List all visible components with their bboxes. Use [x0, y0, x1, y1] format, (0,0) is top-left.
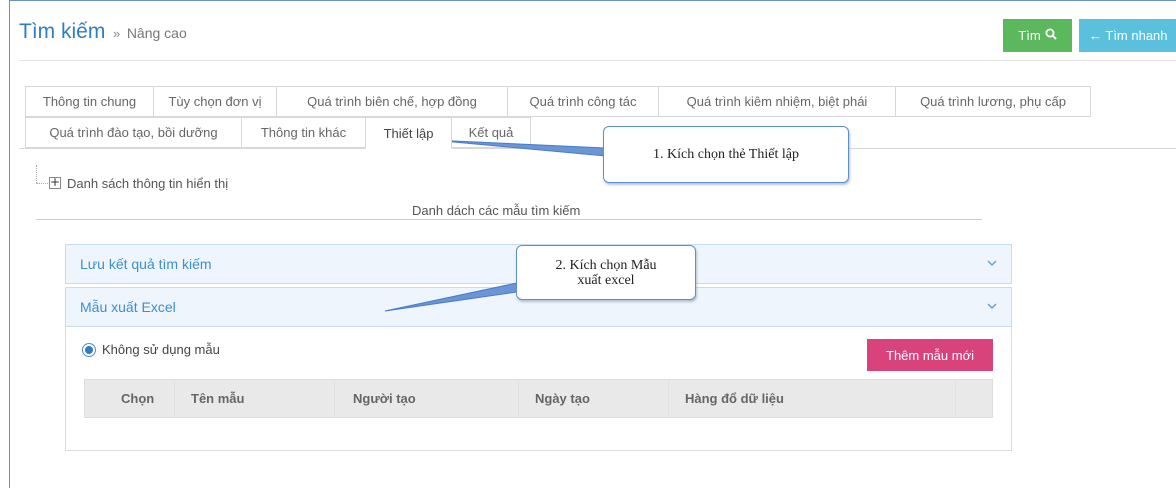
plus-box-icon[interactable]: +: [49, 176, 61, 189]
callout-step-2: 2. Kích chọn Mẫu xuất excel: [516, 245, 696, 300]
display-info-list-label[interactable]: Danh sách thông tin hiển thị: [67, 176, 228, 191]
column-header-created-date[interactable]: Ngày tạo: [519, 380, 669, 417]
window-frame-left: [9, 0, 10, 488]
column-header-extra: [956, 380, 992, 417]
window-frame-top: [9, 0, 1176, 1]
excel-template-panel-title: Mẫu xuất Excel: [80, 299, 176, 315]
no-template-radio[interactable]: [82, 343, 96, 357]
tab-staffing-contract[interactable]: Quá trình biên chế, hợp đồng: [276, 86, 508, 117]
template-list-divider: [36, 219, 982, 220]
tab-results[interactable]: Kết quả: [451, 117, 531, 148]
column-header-data-row[interactable]: Hàng đổ dữ liệu: [669, 380, 956, 417]
tab-concurrent-duties[interactable]: Quá trình kiêm nhiệm, biệt phái: [658, 86, 896, 117]
quick-search-button[interactable]: ← Tìm nhanh: [1079, 19, 1176, 52]
callout-step-1: 1. Kích chọn thẻ Thiết lập: [603, 126, 849, 183]
page-title: Tìm kiếm » Nâng cao: [19, 20, 187, 44]
page-title-main: Tìm kiếm: [19, 20, 106, 43]
search-button[interactable]: Tìm: [1003, 19, 1072, 52]
search-icon: [1045, 28, 1057, 43]
tab-unit-options[interactable]: Tùy chọn đơn vị: [153, 86, 277, 117]
search-button-label: Tìm: [1018, 28, 1041, 43]
template-list-title: Danh dách các mẫu tìm kiếm: [412, 203, 581, 218]
tree-connector-vertical: [36, 165, 37, 183]
tab-other-info[interactable]: Thông tin khác: [241, 117, 366, 148]
add-template-button[interactable]: Thêm mẫu mới: [867, 339, 993, 371]
tabs-bottom-border: [19, 148, 1176, 149]
tab-general-info[interactable]: Thông tin chung: [25, 86, 154, 117]
no-template-radio-label[interactable]: Không sử dụng mẫu: [102, 342, 220, 357]
tab-salary-allowance[interactable]: Quá trình lương, phụ cấp: [895, 86, 1091, 117]
callout-step-2-line-1: 2. Kích chọn Mẫu: [555, 257, 657, 273]
chevron-down-icon[interactable]: [987, 258, 997, 270]
template-table-header: Chọn Tên mẫu Người tạo Ngày tạo Hàng đổ …: [84, 379, 993, 418]
column-header-creator[interactable]: Người tạo: [335, 380, 519, 417]
header-divider: [19, 60, 1176, 61]
tree-connector-horizontal: [36, 183, 48, 184]
callout-step-2-line-2: xuất excel: [577, 272, 635, 288]
tab-settings[interactable]: Thiết lập: [365, 117, 452, 149]
callout-step-1-text: 1. Kích chọn thẻ Thiết lập: [653, 147, 799, 162]
breadcrumb-separator: »: [112, 26, 121, 41]
tab-work-history[interactable]: Quá trình công tác: [507, 86, 659, 117]
column-header-template-name[interactable]: Tên mẫu: [175, 380, 335, 417]
page-subtitle: Nâng cao: [126, 25, 187, 41]
save-results-panel-title: Lưu kết quả tìm kiếm: [80, 256, 212, 272]
chevron-down-icon[interactable]: [987, 301, 997, 313]
column-header-select[interactable]: Chọn: [85, 380, 175, 417]
tab-training[interactable]: Quá trình đào tạo, bồi dưỡng: [25, 117, 242, 148]
